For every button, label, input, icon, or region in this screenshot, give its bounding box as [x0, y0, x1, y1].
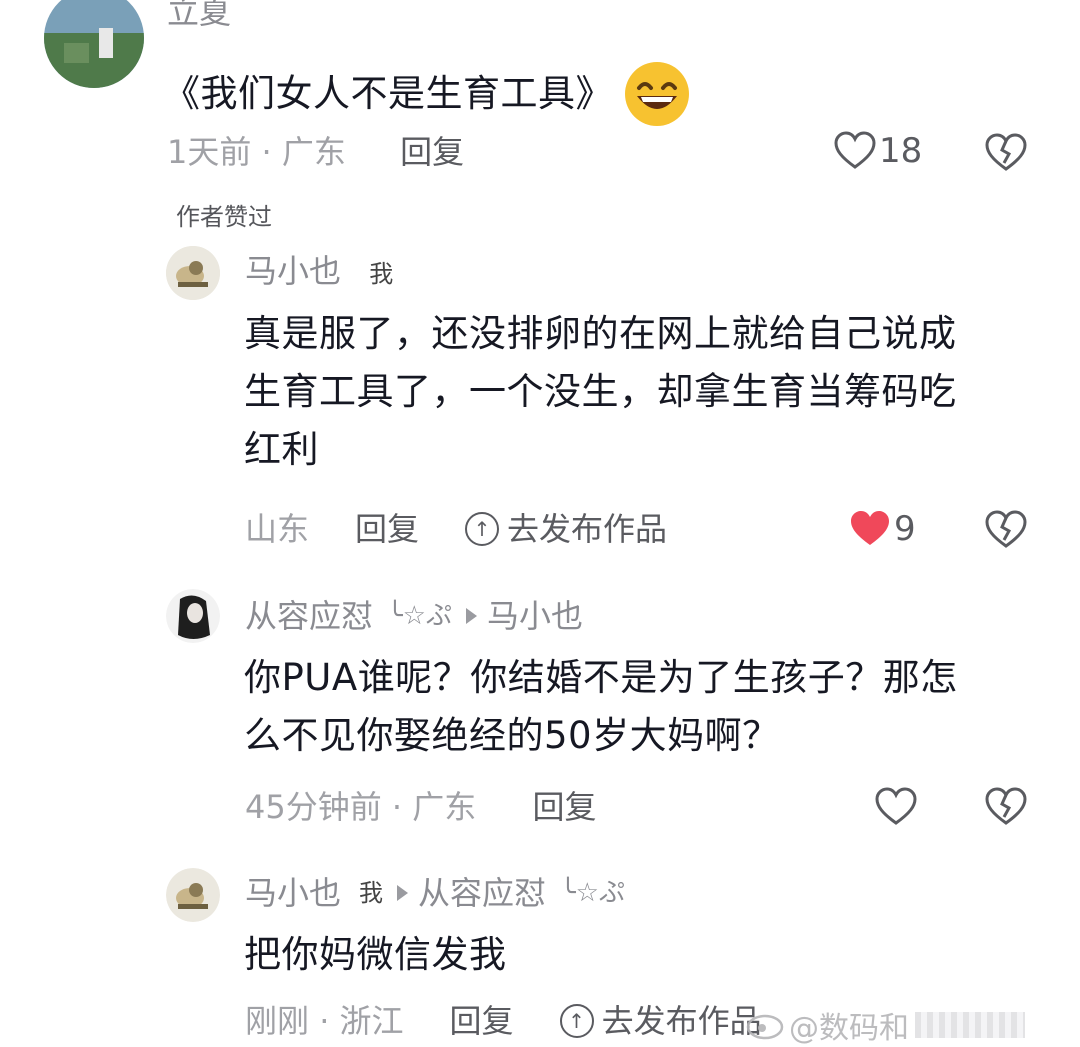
comment-location: 广东 [412, 788, 477, 826]
like-count: 18 [879, 131, 923, 171]
commenter-name[interactable]: 马小也 [245, 252, 341, 290]
comment-text: 把你妈微信发我 [244, 933, 507, 976]
publish-work-button[interactable]: ↑ 去发布作品 [465, 512, 667, 546]
comment-text-line: 真是服了，还没排卵的在网上就给自己说成 [244, 312, 957, 355]
like-button[interactable]: 9 [848, 509, 916, 549]
reply-to-name[interactable]: 从容应怼 [418, 877, 546, 909]
publish-label: 去发布作品 [601, 1002, 762, 1040]
avatar-image [166, 589, 220, 643]
dislike-broken-heart-icon[interactable] [984, 510, 1028, 550]
reply-button[interactable]: 回复 [450, 1005, 514, 1037]
comment-location: 浙江 [339, 1002, 404, 1040]
me-tag: 我 [359, 879, 384, 907]
reply-arrow-icon [465, 608, 477, 624]
publish-work-button[interactable]: ↑ 去发布作品 [559, 1002, 762, 1040]
dislike-broken-heart-icon[interactable] [984, 787, 1028, 827]
comment-text-line: 么不见你娶绝经的50岁大妈啊？ [244, 714, 780, 757]
heart-outline-icon[interactable] [874, 787, 918, 827]
comment-location: 山东 [245, 510, 310, 548]
like-count: 9 [894, 509, 916, 549]
reply-to-suffix: ╰☆ぷ [560, 878, 625, 908]
publish-label: 去发布作品 [507, 510, 668, 548]
reply-button[interactable]: 回复 [532, 788, 596, 826]
name-suffix: ╰☆ぷ [387, 601, 452, 631]
comment-text-line: 红利 [244, 428, 319, 471]
watermark: @数码和 [745, 1003, 1025, 1047]
heart-filled-icon [851, 511, 889, 545]
commenter-name[interactable]: 立夏 [167, 0, 231, 28]
comment-text: 《我们女人不是生育工具》 [163, 72, 613, 115]
avatar-image [166, 868, 220, 922]
author-liked-badge: 作者赞过 [176, 203, 272, 231]
watermark-blur [915, 1012, 1025, 1038]
comment-time: 1天前 [167, 133, 252, 171]
comment-text-line: 生育工具了，一个没生，却拿生育当筹码吃 [244, 370, 957, 413]
reply-button[interactable]: 回复 [400, 133, 464, 171]
comment-location: 广东 [281, 133, 346, 171]
meta-dot: · [261, 133, 282, 171]
like-button[interactable]: 18 [833, 131, 922, 171]
comment-time: 45分钟前 [245, 788, 382, 826]
dislike-broken-heart-icon[interactable] [984, 133, 1028, 173]
meta-dot: · [309, 1002, 340, 1040]
meta-dot: · [391, 788, 413, 826]
reply-button[interactable]: 回复 [355, 513, 419, 545]
heart-outline-icon [834, 131, 876, 169]
reply-arrow-icon [397, 885, 409, 901]
commenter-name[interactable]: 马小也 [245, 877, 341, 909]
reply-to-name[interactable]: 马小也 [487, 600, 583, 632]
grinning-face-icon [625, 62, 689, 126]
watermark-text: @数码和 [789, 1011, 909, 1046]
me-tag: 我 [369, 260, 394, 288]
arrow-up-icon: ↑ [465, 512, 500, 546]
arrow-up-icon: ↑ [559, 1004, 594, 1038]
commenter-name[interactable]: 从容应怼 [245, 600, 373, 632]
comment-text-line: 你PUA谁呢？你结婚不是为了生孩子？那怎 [244, 656, 958, 699]
avatar[interactable] [166, 246, 220, 300]
comment-time: 刚刚 [245, 1002, 310, 1040]
avatar[interactable] [44, 0, 144, 88]
weibo-logo-icon [746, 1014, 784, 1040]
avatar[interactable] [166, 868, 220, 922]
avatar-image [44, 0, 144, 88]
avatar[interactable] [166, 589, 220, 643]
avatar-image [166, 246, 220, 300]
